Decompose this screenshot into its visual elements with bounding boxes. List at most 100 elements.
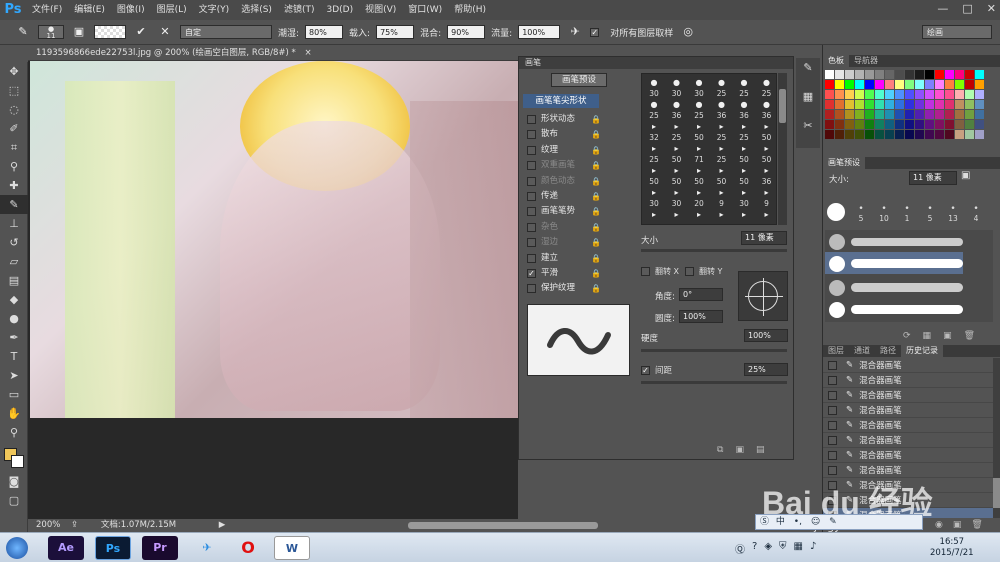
brush-tip-grid[interactable]: ● 30 ● 30 ● 30 ● 25 ● 25 ● 25 ● 25 ● 36 ● 25 ● 36 ● 36 ● 36 ▸ 32 ▸… <box>641 73 777 225</box>
menu-edit[interactable]: 编辑(E) <box>68 0 111 20</box>
color-swatch[interactable] <box>935 100 944 109</box>
history-brush-tool-icon[interactable]: ↺ <box>0 233 28 252</box>
color-swatch[interactable] <box>825 120 834 129</box>
color-swatch[interactable] <box>945 130 954 139</box>
open-brush-panel-icon[interactable]: ▦ <box>923 331 932 341</box>
move-tool-icon[interactable]: ✥ <box>0 62 28 81</box>
color-swatch[interactable] <box>935 70 944 79</box>
color-swatch[interactable] <box>865 110 874 119</box>
clock[interactable]: 16:57 2015/7/21 <box>930 537 974 559</box>
new-preset-icon[interactable]: ▤ <box>756 445 765 455</box>
history-source-checkbox[interactable] <box>828 420 837 430</box>
color-swatch[interactable] <box>895 130 904 139</box>
toggle-bristle-preview-icon[interactable]: ⧉ <box>717 445 723 455</box>
menu-window[interactable]: 窗口(W) <box>402 0 448 20</box>
brush-option-checkbox[interactable] <box>527 161 536 171</box>
brush-option-checkbox[interactable] <box>527 284 536 294</box>
color-swatch[interactable] <box>875 70 884 79</box>
brush-tip[interactable]: ▸ 32 <box>643 120 665 142</box>
brush-option-checkbox[interactable] <box>527 238 536 248</box>
brush-tip[interactable]: ▸ 50 <box>733 142 755 164</box>
color-swatch[interactable] <box>925 90 934 99</box>
tab-brush-presets[interactable]: 画笔预设 <box>823 157 865 169</box>
color-swatch[interactable] <box>915 100 924 109</box>
color-swatch[interactable] <box>855 130 864 139</box>
history-source-checkbox[interactable] <box>828 480 837 490</box>
color-swatch[interactable] <box>865 80 874 89</box>
dodge-tool-icon[interactable]: ● <box>0 309 28 328</box>
color-swatch[interactable] <box>855 80 864 89</box>
brush-tip[interactable]: ● 25 <box>643 98 665 120</box>
delete-state-icon[interactable]: 🗑 <box>971 520 982 530</box>
color-swatch[interactable] <box>845 130 854 139</box>
color-swatch[interactable] <box>895 110 904 119</box>
lock-icon[interactable]: 🔒 <box>591 174 601 189</box>
color-swatch[interactable] <box>855 90 864 99</box>
brush-tip[interactable]: ▸ <box>756 208 777 224</box>
brush-tip[interactable]: ▸ 30 <box>643 186 665 208</box>
color-swatch[interactable] <box>945 120 954 129</box>
color-swatch[interactable] <box>965 120 974 129</box>
preset-stroke-list[interactable] <box>825 230 993 322</box>
brush-tip[interactable]: ● 25 <box>711 76 733 98</box>
airbrush-icon[interactable]: ✈ <box>566 23 584 41</box>
horizontal-scrollbar[interactable] <box>408 522 598 529</box>
size-slider[interactable] <box>641 249 787 252</box>
flow-field[interactable]: 100% <box>518 25 561 39</box>
brush-tip[interactable]: ● 36 <box>666 98 688 120</box>
color-swatch[interactable] <box>955 80 964 89</box>
share-icon[interactable]: ⇪ <box>71 520 78 530</box>
color-swatch[interactable] <box>955 120 964 129</box>
brush-option-item[interactable]: 湿边 🔒 <box>527 235 601 250</box>
color-swatch[interactable] <box>975 70 984 79</box>
color-swatch[interactable] <box>825 110 834 119</box>
color-swatch[interactable] <box>905 70 914 79</box>
color-swatch[interactable] <box>895 70 904 79</box>
color-swatch[interactable] <box>945 80 954 89</box>
preset-size-item[interactable]: • 5 <box>851 205 871 224</box>
color-swatch[interactable] <box>825 130 834 139</box>
lock-icon[interactable]: 🔒 <box>591 281 601 296</box>
color-swatch[interactable] <box>875 130 884 139</box>
brush-tip[interactable]: ▸ 25 <box>733 120 755 142</box>
brush-option-checkbox[interactable] <box>527 130 536 140</box>
brush-option-item[interactable]: 形状动态 🔒 <box>527 112 601 127</box>
taskbar-after-effects[interactable]: Ae <box>48 536 84 560</box>
color-swatch[interactable] <box>885 70 894 79</box>
history-list[interactable]: ✎ 混合器画笔 ✎ 混合器画笔 ✎ 混合器画笔 ✎ 混合器画笔 ✎ 混合器画笔 ✎ 混合器画笔 ✎ 混合器… <box>823 358 993 518</box>
taskbar-opera[interactable]: O <box>230 536 266 560</box>
brush-tip[interactable]: ▸ 50 <box>756 120 777 142</box>
new-document-from-state-icon[interactable]: ▣ <box>953 520 962 530</box>
ime-toolbar[interactable]: Ⓢ 中 •, ☺ ✎ <box>755 514 923 530</box>
color-swatch[interactable] <box>975 110 984 119</box>
lasso-tool-icon[interactable]: ◌ <box>0 100 28 119</box>
color-swatch[interactable] <box>935 130 944 139</box>
tray-security-icon[interactable]: ⛨ <box>779 541 787 556</box>
background-color-swatch[interactable] <box>11 455 24 468</box>
brush-tip[interactable]: ● 30 <box>688 76 710 98</box>
color-swatch[interactable] <box>965 100 974 109</box>
flip-y-option[interactable]: 翻转 Y <box>685 266 722 277</box>
history-state[interactable]: ✎ 混合器画笔 <box>823 493 993 508</box>
brush-option-item[interactable]: 颜色动态 🔒 <box>527 174 601 189</box>
color-swatch[interactable] <box>895 100 904 109</box>
brush-option-checkbox[interactable] <box>527 253 536 263</box>
history-source-checkbox[interactable] <box>828 360 837 370</box>
color-swatch[interactable] <box>845 70 854 79</box>
brush-tip[interactable]: ● 30 <box>643 76 665 98</box>
tray-help-icon[interactable]: ? <box>752 541 757 556</box>
angle-roundness-widget[interactable] <box>738 271 788 321</box>
color-swatch[interactable] <box>835 80 844 89</box>
path-select-tool-icon[interactable]: ➤ <box>0 366 28 385</box>
tip-grid-scroll-thumb[interactable] <box>779 89 786 123</box>
color-swatch[interactable] <box>935 120 944 129</box>
color-swatch[interactable] <box>835 130 844 139</box>
brush-tip[interactable]: ▸ <box>688 208 710 224</box>
lock-icon[interactable]: 🔒 <box>591 266 601 281</box>
brush-tip[interactable]: ▸ 25 <box>666 120 688 142</box>
wetness-field[interactable]: 80% <box>305 25 344 39</box>
toggle-brush-panel-icon[interactable]: ▣ <box>70 23 88 41</box>
history-source-checkbox[interactable] <box>828 450 837 460</box>
brush-tip[interactable]: ● 30 <box>666 76 688 98</box>
history-source-checkbox[interactable] <box>828 435 837 445</box>
